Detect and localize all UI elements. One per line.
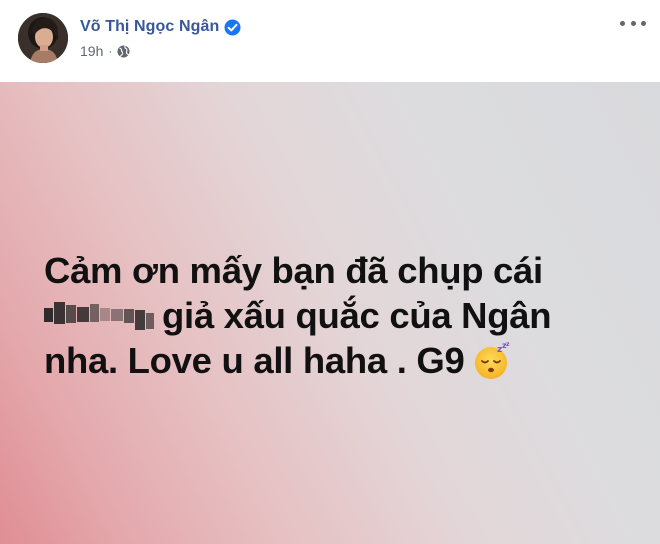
more-dot bbox=[620, 20, 625, 26]
verified-badge-icon bbox=[224, 19, 241, 36]
post-text-line-3: nha. Love u all haha . G9 z z z bbox=[44, 338, 624, 383]
avatar-image bbox=[18, 13, 68, 63]
post-text-line-2: giả xấu quắc của Ngân bbox=[44, 293, 624, 338]
more-options-icon[interactable] bbox=[620, 16, 646, 30]
more-dot bbox=[630, 20, 636, 26]
post-text-line-2-visible: giả xấu quắc của Ngân bbox=[162, 295, 552, 336]
post-timestamp[interactable]: 19h bbox=[80, 43, 103, 59]
post-text: Cảm ơn mấy bạn đã chụp cái giả xấu quắc … bbox=[44, 248, 624, 383]
avatar[interactable] bbox=[18, 13, 68, 63]
post-header: Võ Thị Ngọc Ngân 19h · bbox=[0, 0, 660, 82]
post-meta: 19h · bbox=[80, 43, 130, 59]
more-dot bbox=[641, 20, 646, 26]
globe-icon[interactable] bbox=[117, 45, 130, 58]
post-text-line-1: Cảm ơn mấy bạn đã chụp cái bbox=[44, 250, 543, 291]
pixelated-censored-word bbox=[44, 298, 156, 332]
meta-separator: · bbox=[108, 44, 113, 58]
svg-text:z: z bbox=[506, 341, 510, 348]
author-name[interactable]: Võ Thị Ngọc Ngân bbox=[80, 18, 219, 36]
sleeping-face-emoji-icon: z z z bbox=[472, 341, 512, 381]
post-text-line-3-text: nha. Love u all haha . G9 bbox=[44, 340, 465, 381]
author-line: Võ Thị Ngọc Ngân bbox=[80, 18, 241, 36]
post-background-card: Cảm ơn mấy bạn đã chụp cái giả xấu quắc … bbox=[0, 82, 660, 544]
